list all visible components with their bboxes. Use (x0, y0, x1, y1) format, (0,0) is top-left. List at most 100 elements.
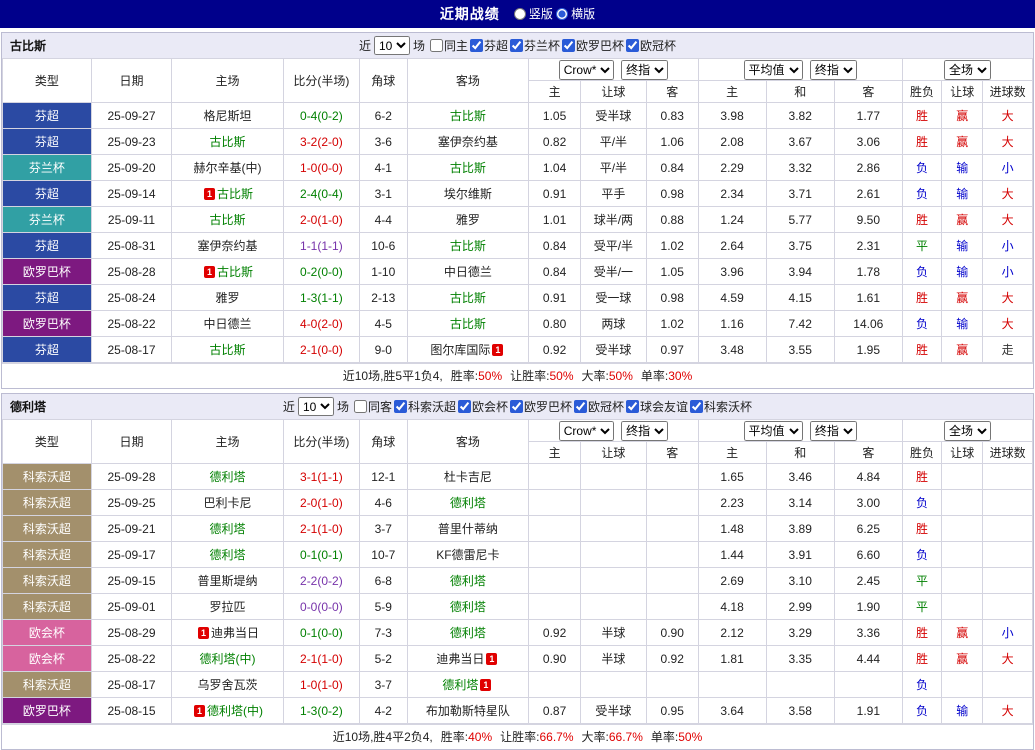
team-link[interactable]: 赫尔辛基(中) (193, 161, 261, 175)
team-link[interactable]: 古比斯 (450, 239, 486, 253)
league-filter[interactable]: 欧罗巴杯 (510, 398, 572, 415)
team-link[interactable]: 布加勒斯特星队 (426, 704, 510, 718)
league-filter[interactable]: 芬超 (469, 37, 508, 54)
team-link[interactable]: 迪弗当日 (436, 652, 484, 666)
team-link[interactable]: 德利塔 (450, 574, 486, 588)
league-checkbox[interactable] (626, 400, 640, 413)
league-filter[interactable]: 欧冠杯 (574, 398, 624, 415)
team-link[interactable]: KF德雷尼卡 (436, 548, 499, 562)
odds-cell: 0.98 (645, 180, 699, 207)
team-link[interactable]: 德利塔 (450, 626, 486, 640)
bookmaker-select[interactable]: Crow* (558, 420, 614, 441)
team-link[interactable]: 乌罗舍瓦茨 (197, 678, 257, 692)
page-title: 近期战绩 (439, 6, 500, 22)
league-checkbox[interactable] (574, 400, 588, 413)
result-cell: 小 (982, 619, 1033, 646)
home-team-cell: 古比斯 (171, 128, 284, 155)
team-link[interactable]: 中日德兰 (444, 265, 492, 279)
team-link[interactable]: 雅罗 (456, 213, 480, 227)
away-team-cell: 中日德兰 (406, 258, 530, 285)
league-checkbox[interactable] (510, 400, 523, 413)
team-link[interactable]: 古比斯 (450, 109, 486, 123)
team-link[interactable]: 格尼斯坦 (203, 109, 251, 123)
team-link[interactable]: 德利塔(中) (199, 652, 255, 666)
away-team-cell: 雅罗 (406, 206, 530, 233)
avg-odds-cell: 3.67 (765, 128, 835, 155)
col-result-handicap: 让球 (941, 441, 984, 464)
odds-cell: 半球 (579, 645, 647, 672)
avg-odds-cell: 3.48 (697, 336, 767, 363)
team-link[interactable]: 巴利卡尼 (203, 496, 251, 510)
same-venue-filter[interactable]: 同客 (353, 398, 392, 415)
team-link[interactable]: 普里什蒂纳 (438, 522, 498, 536)
col-score: 比分(半场) (282, 419, 361, 464)
layout-radio-1[interactable]: 横版 (556, 5, 595, 22)
team-link[interactable]: 古比斯 (217, 187, 253, 201)
avg-select[interactable]: 平均值 (743, 59, 803, 80)
match-count-select[interactable]: 10 (297, 397, 334, 416)
league-filter[interactable]: 科索沃超 (393, 398, 456, 415)
avg-odds-cell: 3.96 (697, 258, 767, 285)
league-checkbox[interactable] (626, 39, 640, 52)
team-link[interactable]: 德利塔 (450, 600, 486, 614)
odds-cell: 受半球 (579, 102, 647, 129)
team-link[interactable]: 德利塔 (209, 548, 245, 562)
team-link[interactable]: 杜卡吉尼 (444, 470, 492, 484)
team-link[interactable]: 塞伊奈约基 (438, 135, 498, 149)
team-link[interactable]: 塞伊奈约基 (197, 239, 257, 253)
league-checkbox[interactable] (457, 400, 471, 413)
league-filter[interactable]: 芬兰杯 (510, 37, 560, 54)
same-venue-checkbox[interactable] (429, 39, 443, 52)
avg-select[interactable]: 平均值 (743, 420, 803, 441)
league-checkbox[interactable] (393, 400, 407, 413)
team-link[interactable]: 图尔库国际 (430, 343, 490, 357)
same-venue-checkbox[interactable] (353, 400, 367, 413)
team-link[interactable]: 德利塔 (209, 470, 245, 484)
layout-radio-input[interactable] (556, 7, 569, 20)
league-checkbox[interactable] (469, 39, 483, 52)
team-link[interactable]: 迪弗当日 (211, 626, 259, 640)
result-cell: 赢 (941, 206, 984, 233)
team-link[interactable]: 德利塔 (442, 678, 478, 692)
result-cell: 负 (901, 154, 943, 181)
avg-time-select[interactable]: 终指 (809, 420, 857, 441)
league-checkbox[interactable] (510, 39, 523, 52)
scope-select[interactable]: 全场 (943, 420, 991, 441)
bookmaker-select[interactable]: Crow* (558, 59, 614, 80)
league-filter[interactable]: 科索沃杯 (690, 398, 752, 415)
league-checkbox[interactable] (690, 400, 704, 413)
team-link[interactable]: 普里斯堤纳 (197, 574, 257, 588)
team-link[interactable]: 古比斯 (450, 161, 486, 175)
league-filter[interactable]: 欧罗巴杯 (562, 37, 624, 54)
odds-time-select[interactable]: 终指 (621, 420, 669, 441)
avg-time-select[interactable]: 终指 (809, 59, 857, 80)
team-link[interactable]: 古比斯 (209, 213, 245, 227)
avg-odds-cell: 3.32 (765, 154, 835, 181)
team-link[interactable]: 埃尔维斯 (444, 187, 492, 201)
team-link[interactable]: 雅罗 (215, 291, 239, 305)
team-link[interactable]: 德利塔 (450, 496, 486, 510)
layout-radio-input[interactable] (513, 7, 526, 20)
team-link[interactable]: 中日德兰 (203, 317, 251, 331)
team-link[interactable]: 古比斯 (450, 291, 486, 305)
team-link[interactable]: 古比斯 (209, 135, 245, 149)
red-card-icon: 1 (203, 188, 215, 200)
league-checkbox[interactable] (562, 39, 576, 52)
odds-time-select[interactable]: 终指 (621, 59, 669, 80)
league-filter[interactable]: 欧冠杯 (626, 37, 676, 54)
result-cell: 赢 (941, 102, 984, 129)
same-venue-filter[interactable]: 同主 (429, 37, 468, 54)
team-link[interactable]: 古比斯 (450, 317, 486, 331)
result-cell: 负 (901, 258, 943, 285)
league-filter[interactable]: 欧会杯 (457, 398, 508, 415)
scope-select[interactable]: 全场 (943, 59, 991, 80)
team-link[interactable]: 古比斯 (209, 343, 245, 357)
league-filter[interactable]: 球会友谊 (626, 398, 688, 415)
team-link[interactable]: 德利塔 (209, 522, 245, 536)
home-team-cell: 塞伊奈约基 (171, 232, 284, 259)
match-count-select[interactable]: 10 (373, 36, 410, 55)
layout-radio-0[interactable]: 竖版 (513, 5, 553, 22)
team-link[interactable]: 德利塔(中) (207, 704, 263, 718)
team-link[interactable]: 古比斯 (217, 265, 253, 279)
team-link[interactable]: 罗拉匹 (209, 600, 245, 614)
